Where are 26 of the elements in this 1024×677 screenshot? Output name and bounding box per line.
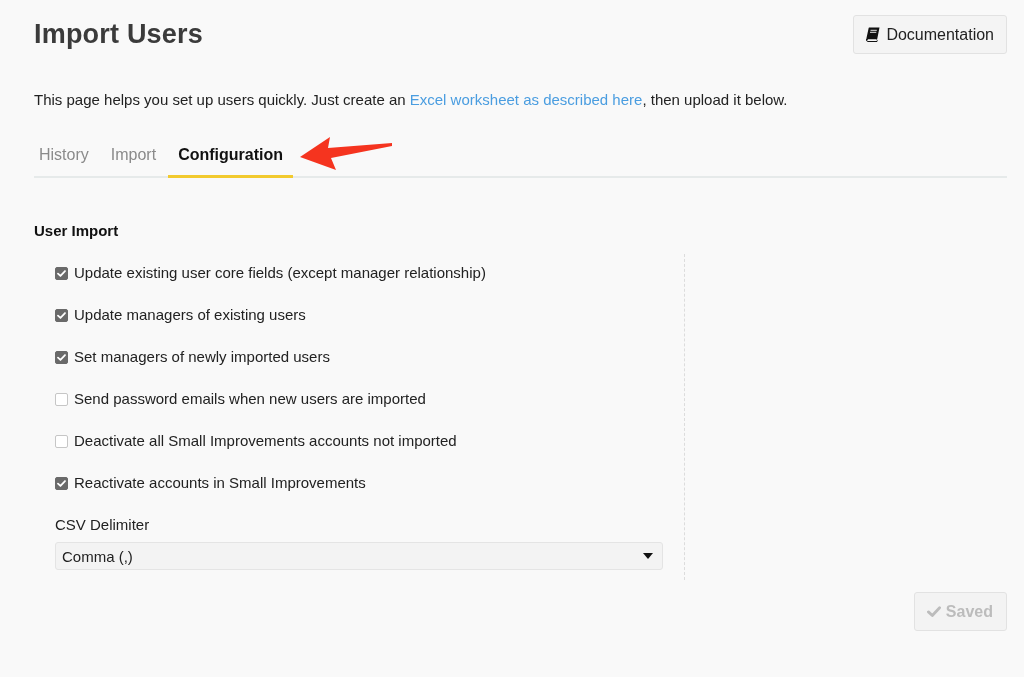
intro-text: This page helps you set up users quickly. Just create an Excel worksheet as described here, then upload it below. <box>34 91 789 109</box>
option-label: Update existing user core fields (except manager relationship) <box>74 264 486 282</box>
book-icon <box>866 27 881 42</box>
option-label: Send password emails when new users are imported <box>74 390 426 408</box>
page-title: Import Users <box>34 19 203 50</box>
documentation-button[interactable]: Documentation <box>853 15 1007 54</box>
checkbox[interactable] <box>55 392 68 406</box>
checkbox[interactable] <box>55 476 68 490</box>
option-label: Reactivate accounts in Small Improvements <box>74 474 366 492</box>
delimiter-select[interactable]: Comma (,) <box>55 542 663 570</box>
option-label: Deactivate all Small Improvements accounts not imported <box>74 432 457 450</box>
tab[interactable]: History <box>29 135 99 178</box>
check-icon <box>926 605 941 618</box>
caret-icon <box>643 553 653 559</box>
field-label: CSV Delimiter <box>55 516 151 534</box>
checkbox[interactable] <box>55 266 68 280</box>
option-label: Set managers of newly imported users <box>74 348 330 366</box>
checkbox[interactable] <box>55 308 68 322</box>
section-title: User Import <box>34 222 120 240</box>
checkbox[interactable] <box>55 434 68 448</box>
option-label: Update managers of existing users <box>74 306 306 324</box>
checkbox[interactable] <box>55 350 68 364</box>
worksheet-link[interactable]: Excel worksheet as described here <box>409 91 643 108</box>
tab[interactable]: Configuration <box>168 135 293 178</box>
tab[interactable]: Import <box>100 135 167 178</box>
arrow-icon <box>298 135 394 171</box>
